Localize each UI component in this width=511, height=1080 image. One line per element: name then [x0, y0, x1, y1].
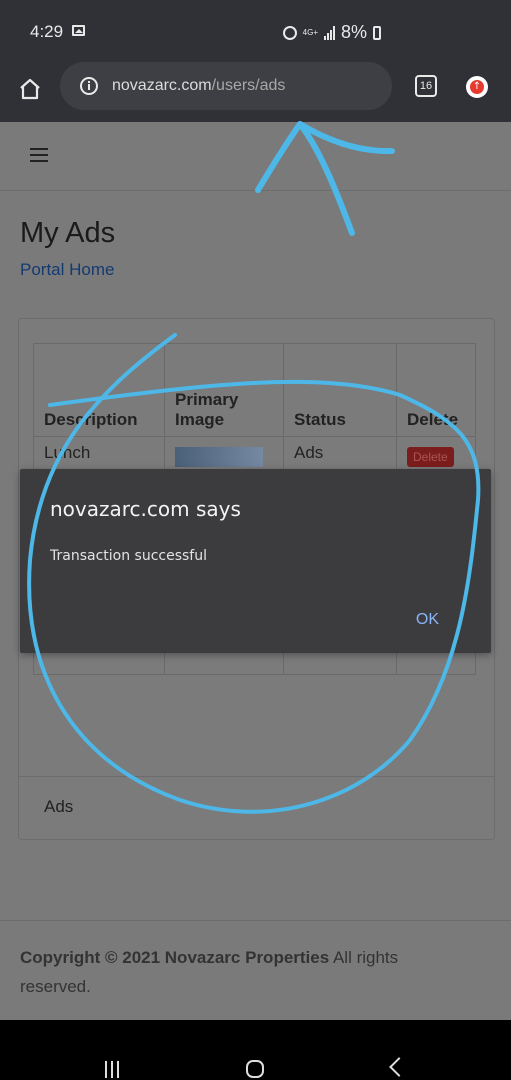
url-text: novazarc.com/users/ads: [112, 77, 285, 95]
url-field[interactable]: novazarc.com/users/ads: [60, 62, 392, 110]
alarm-icon: [282, 25, 297, 40]
delete-button[interactable]: Delete: [407, 446, 454, 467]
recents-icon[interactable]: [105, 1061, 123, 1078]
android-nav-bar: [0, 1020, 511, 1080]
card-footer: Ads: [19, 776, 494, 839]
header-description: Description: [33, 343, 165, 437]
card-footer-label: Ads: [44, 797, 74, 816]
page-title: My Ads: [20, 217, 116, 249]
menu-icon[interactable]: [30, 148, 48, 162]
header-status: Status: [283, 343, 397, 437]
dialog-title: novazarc.com says: [50, 497, 241, 521]
browser-toolbar: novazarc.com/users/ads 16 ↑: [0, 60, 511, 122]
ad-thumbnail[interactable]: [175, 446, 263, 467]
site-footer: Copyright © 2021 Novazarc Properties All…: [0, 920, 511, 1021]
portal-home-link[interactable]: Portal Home: [20, 260, 114, 280]
dialog-message: Transaction successful: [50, 548, 207, 564]
back-icon[interactable]: [389, 1057, 409, 1077]
ok-button[interactable]: OK: [416, 611, 439, 629]
copyright-text: Copyright © 2021 Novazarc Properties All…: [20, 943, 450, 1001]
update-icon[interactable]: ↑: [466, 76, 488, 98]
home-icon[interactable]: [18, 77, 42, 101]
battery-icon: [373, 25, 381, 40]
signal-icon: [323, 25, 335, 40]
info-icon[interactable]: [79, 76, 99, 96]
alert-dialog: novazarc.com says Transaction successful…: [20, 469, 491, 653]
header-primary-image: Primary Image: [164, 343, 284, 437]
status-icons: 4G+ 8%: [282, 22, 381, 43]
site-navbar: [0, 122, 511, 191]
battery-level: 8%: [340, 22, 367, 42]
tab-switcher-icon[interactable]: 16: [415, 75, 437, 97]
header-delete: Delete: [396, 343, 476, 437]
tab-count: 16: [419, 80, 433, 92]
copyright-bold: Copyright © 2021 Novazarc Properties: [20, 948, 330, 967]
url-domain: novazarc.com: [112, 77, 212, 94]
url-path: /users/ads: [211, 77, 286, 94]
gallery-icon: [72, 25, 85, 36]
status-time: 4:29: [30, 22, 64, 41]
table-header-row: Description Primary Image Status Delete: [33, 343, 476, 437]
status-bar: 4:29 4G+ 8%: [0, 0, 511, 60]
network-label: 4G+: [302, 27, 318, 37]
home-button-icon[interactable]: [246, 1060, 264, 1078]
